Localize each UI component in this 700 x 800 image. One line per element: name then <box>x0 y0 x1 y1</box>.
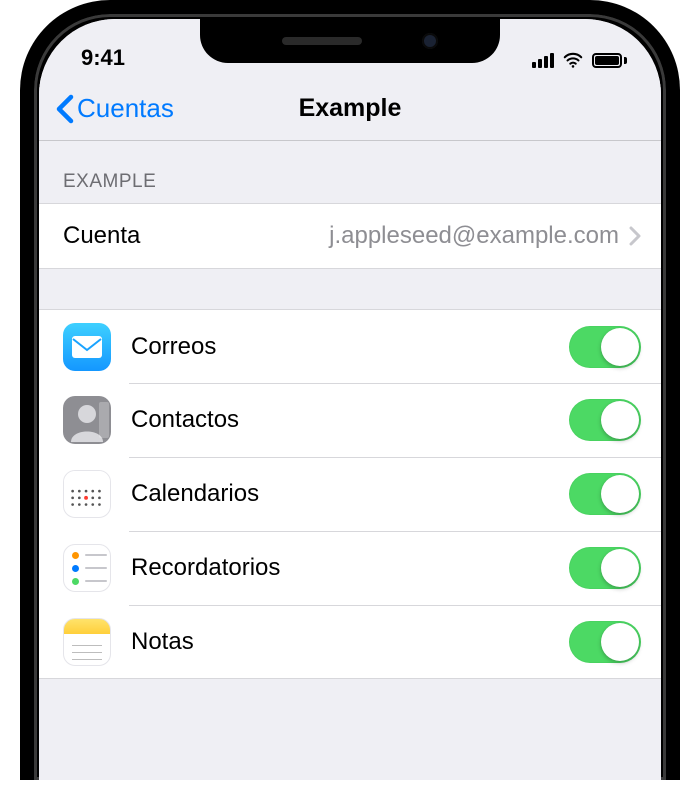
contacts-toggle[interactable] <box>569 399 641 441</box>
service-label: Contactos <box>131 406 239 434</box>
services-group: Correos Contactos <box>39 309 661 679</box>
wifi-icon <box>562 49 584 71</box>
page-title: Example <box>299 94 402 123</box>
speaker-grille <box>282 37 362 45</box>
calendar-icon <box>63 470 111 518</box>
service-label: Notas <box>131 628 194 656</box>
service-row-notes: Notas <box>39 605 661 679</box>
chevron-left-icon <box>55 94 75 124</box>
status-time: 9:41 <box>81 45 125 71</box>
back-button[interactable]: Cuentas <box>55 93 174 124</box>
service-row-calendar: Calendarios <box>39 457 661 531</box>
account-group: Cuenta j.appleseed@example.com <box>39 203 661 269</box>
mail-toggle[interactable] <box>569 326 641 368</box>
account-row[interactable]: Cuenta j.appleseed@example.com <box>39 203 661 269</box>
volume-down-button <box>20 354 22 434</box>
cellular-signal-icon <box>532 52 554 68</box>
calendar-toggle[interactable] <box>569 473 641 515</box>
notch <box>200 19 500 63</box>
notes-toggle[interactable] <box>569 621 641 663</box>
back-label: Cuentas <box>77 93 174 124</box>
service-row-reminders: Recordatorios <box>39 531 661 605</box>
service-label: Recordatorios <box>131 554 280 582</box>
service-row-contacts: Contactos <box>39 383 661 457</box>
navigation-bar: Cuentas Example <box>39 77 661 141</box>
mail-icon <box>63 323 111 371</box>
screen: 9:41 <box>39 19 661 780</box>
reminders-icon <box>63 544 111 592</box>
account-value: j.appleseed@example.com <box>150 222 619 250</box>
battery-icon <box>592 53 627 68</box>
front-camera-icon <box>422 33 438 49</box>
service-label: Calendarios <box>131 480 259 508</box>
volume-up-button <box>20 254 22 334</box>
mute-switch <box>20 184 22 224</box>
service-label: Correos <box>131 333 216 361</box>
content-scroll[interactable]: EXAMPLE Cuenta j.appleseed@example.com <box>39 141 661 780</box>
notes-icon <box>63 618 111 666</box>
chevron-right-icon <box>629 226 641 246</box>
side-button <box>678 254 680 374</box>
phone-frame: 9:41 <box>20 0 680 780</box>
section-header: EXAMPLE <box>39 141 661 203</box>
service-row-mail: Correos <box>39 309 661 383</box>
account-label: Cuenta <box>63 222 140 250</box>
reminders-toggle[interactable] <box>569 547 641 589</box>
contacts-icon <box>63 396 111 444</box>
